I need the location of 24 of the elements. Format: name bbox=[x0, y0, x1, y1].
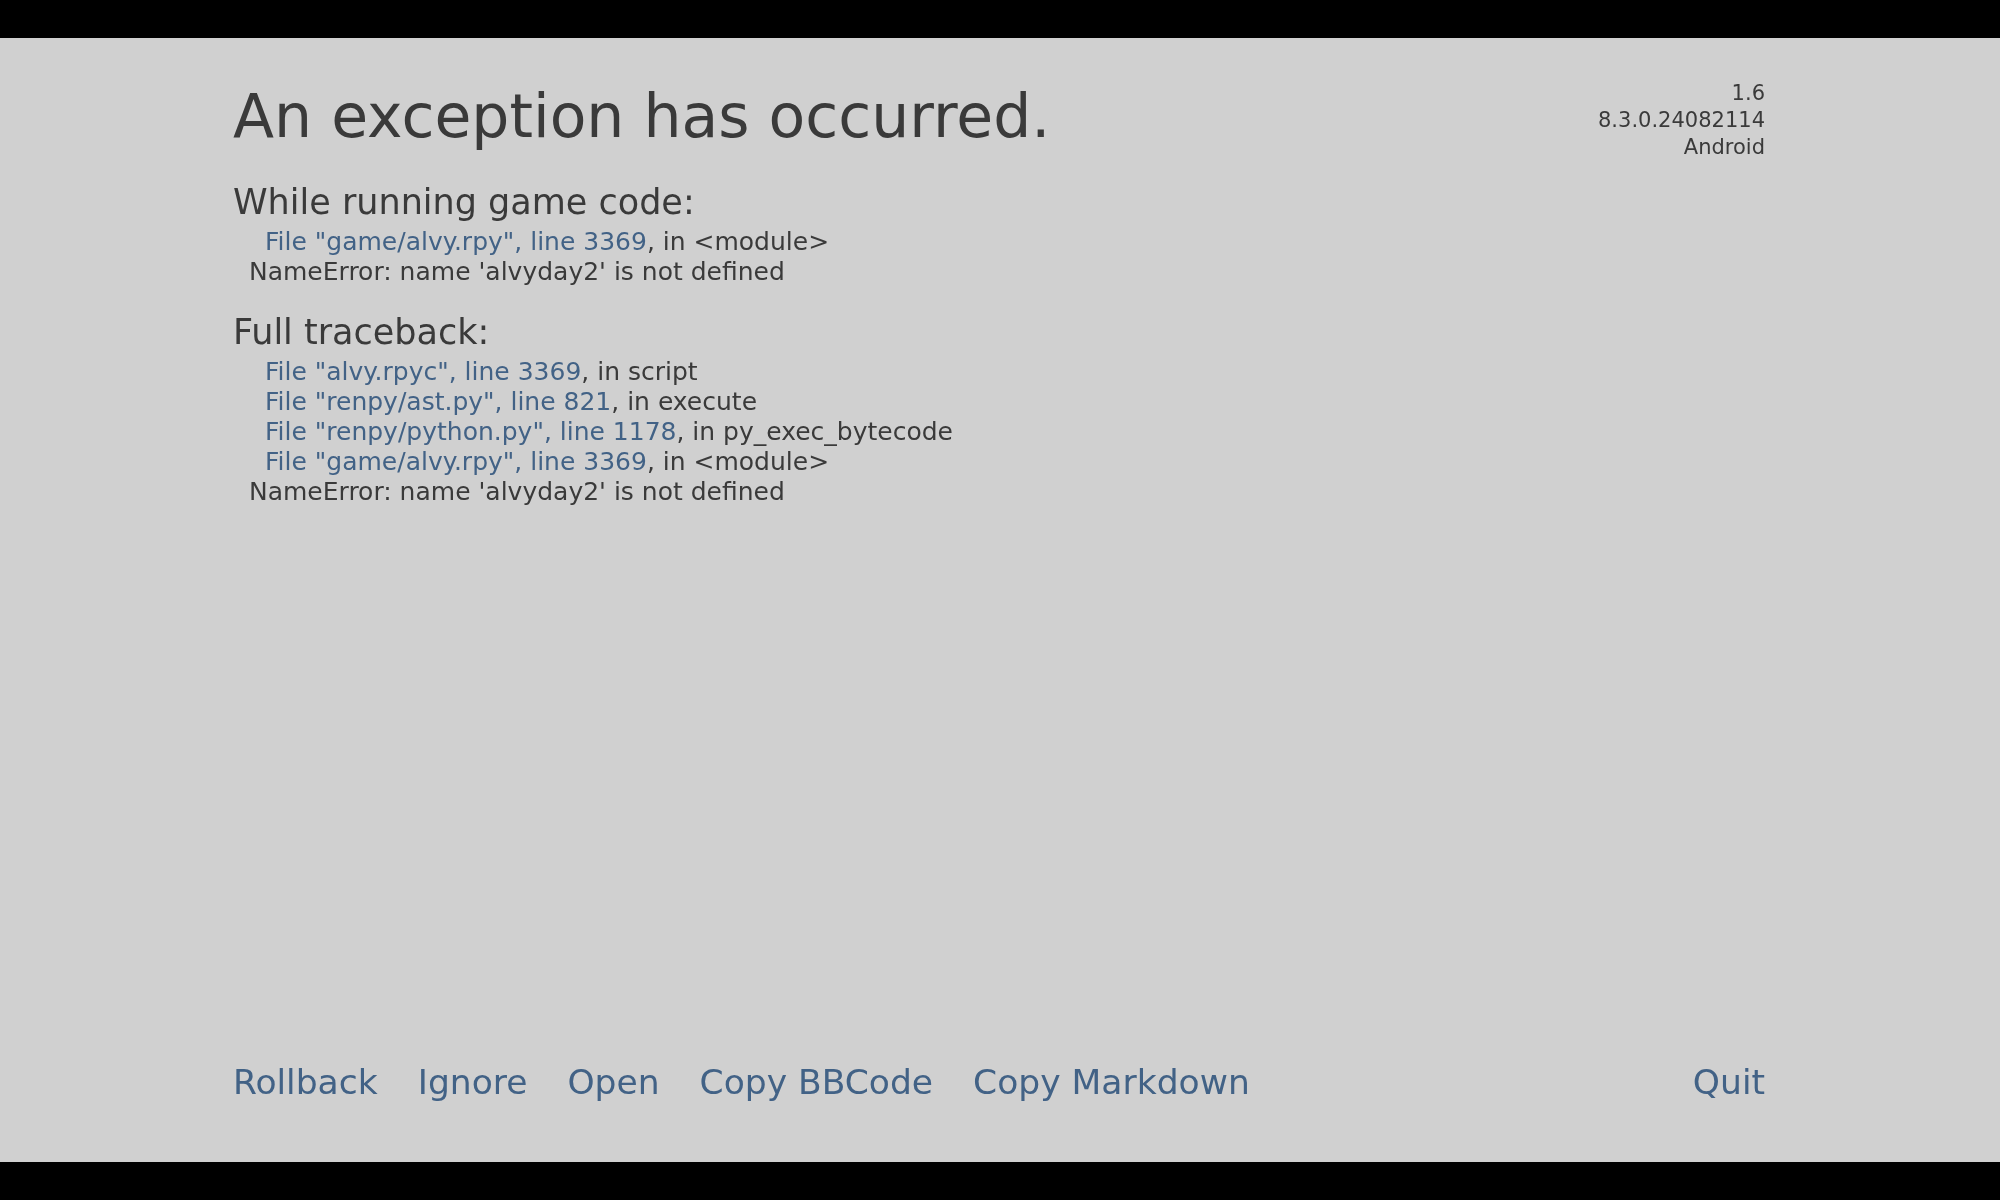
action-button[interactable]: Ignore bbox=[417, 1060, 528, 1104]
file-link[interactable]: File "game/alvy.rpy", line 3369 bbox=[265, 227, 647, 256]
frame-text: , in <module> bbox=[646, 227, 830, 256]
file-link[interactable]: File "alvy.rpyc", line 3369 bbox=[265, 357, 582, 386]
version-text: 8.3.0.24082114 bbox=[1598, 107, 1765, 134]
frame-text: , in <module> bbox=[646, 447, 830, 476]
action-button[interactable]: Open bbox=[567, 1060, 660, 1104]
action-button[interactable]: Copy Markdown bbox=[973, 1060, 1250, 1104]
exception-title: An exception has occurred. bbox=[233, 80, 1051, 152]
version-text: Android bbox=[1682, 134, 1765, 161]
action-button[interactable]: Copy BBCode bbox=[699, 1060, 934, 1104]
version-text: 1.6 bbox=[1730, 80, 1765, 107]
frame-text: , in py_exec_bytecode bbox=[676, 417, 953, 446]
frame-text: , in execute bbox=[611, 387, 758, 416]
file-link[interactable]: File "game/alvy.rpy", line 3369 bbox=[265, 447, 647, 476]
file-link[interactable]: File "renpy/ast.py", line 821 bbox=[265, 387, 612, 416]
section-heading: While running game code: bbox=[233, 181, 696, 224]
error-message: NameError: name 'alvyday2' is not defined bbox=[248, 477, 786, 507]
error-message: NameError: name 'alvyday2' is not defined bbox=[248, 257, 786, 287]
action-button[interactable]: Rollback bbox=[233, 1060, 378, 1104]
file-link[interactable]: File "renpy/python.py", line 1178 bbox=[265, 417, 677, 446]
section-heading: Full traceback: bbox=[233, 311, 491, 354]
quit-button[interactable]: Quit bbox=[1692, 1060, 1765, 1104]
frame-text: , in script bbox=[581, 357, 698, 386]
